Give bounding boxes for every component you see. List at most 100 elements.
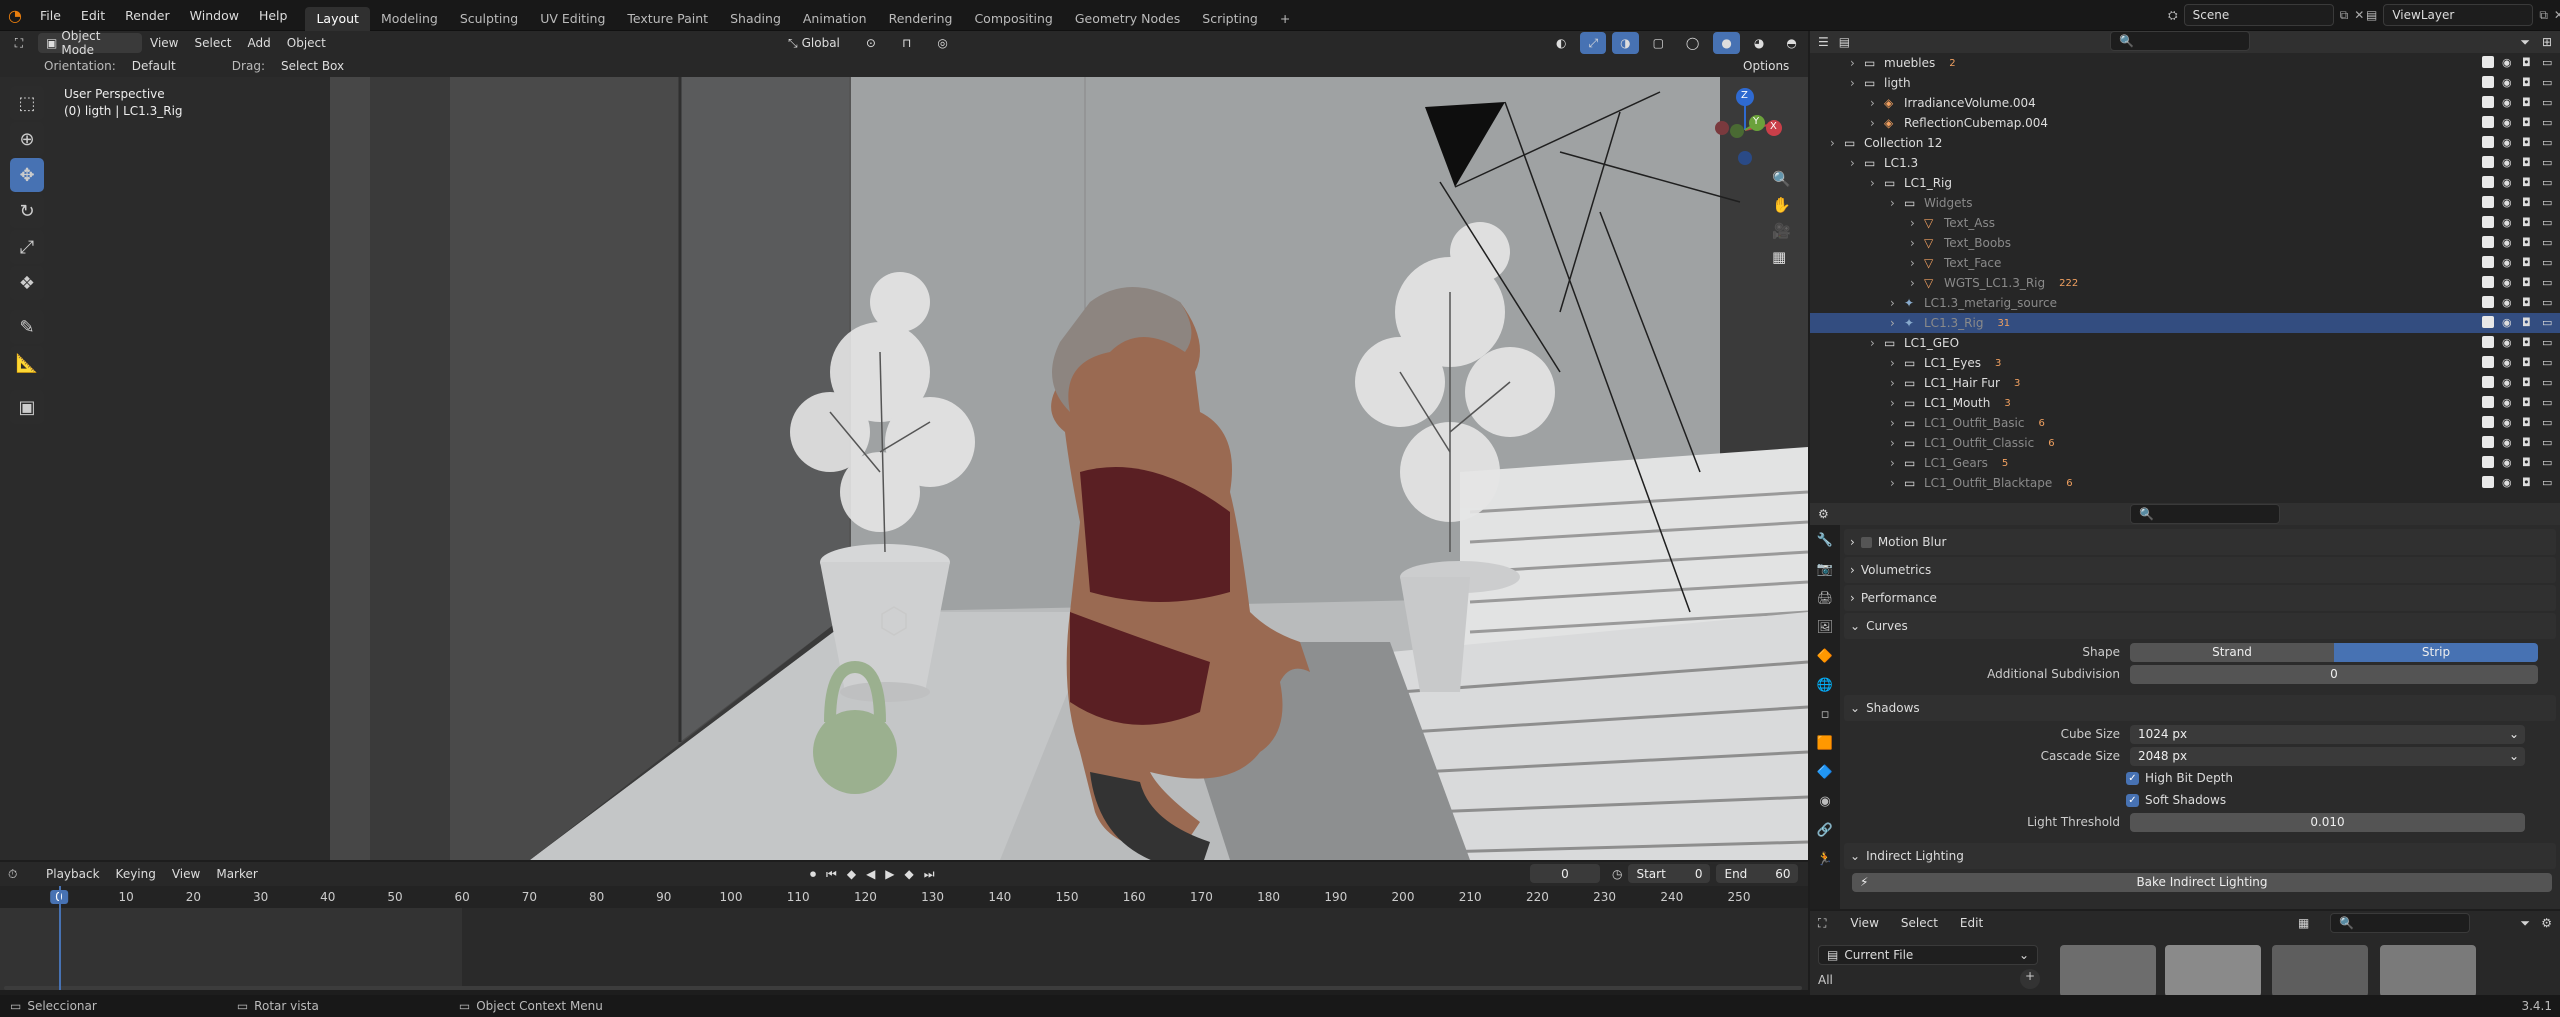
expand-chevron-icon[interactable]: › <box>1890 316 1904 330</box>
outliner-row[interactable]: › ▭ LC1_Gears 5 ◉ ◘ ▭ <box>1810 453 2560 473</box>
tab-shading[interactable]: Shading <box>719 7 792 31</box>
visibility-icon[interactable]: ◐ <box>1548 32 1574 54</box>
section-volumetrics[interactable]: › Volumetrics <box>1844 557 2556 583</box>
expand-chevron-icon[interactable]: › <box>1850 56 1864 70</box>
camera-icon[interactable]: ◘ <box>2522 96 2534 109</box>
expand-chevron-icon[interactable]: › <box>1890 376 1904 390</box>
camera-icon[interactable]: ◘ <box>2522 216 2534 229</box>
timeline-menu-view[interactable]: View <box>164 863 208 885</box>
tab-uv-editing[interactable]: UV Editing <box>529 7 616 31</box>
monitor-icon[interactable]: ▭ <box>2542 436 2554 449</box>
playhead-line[interactable] <box>59 886 61 990</box>
eye-icon[interactable]: ◉ <box>2502 416 2514 429</box>
current-frame-field[interactable]: 0 <box>1530 864 1600 883</box>
view-layer-tab-icon[interactable]: 🖼 <box>1817 620 1834 635</box>
tab-sculpting[interactable]: Sculpting <box>449 7 529 31</box>
xray-icon[interactable]: ▢ <box>1645 32 1672 54</box>
subdivision-field[interactable]: 0 <box>2130 664 2538 684</box>
section-performance[interactable]: › Performance <box>1844 585 2556 611</box>
filter-icon[interactable]: ⏷ <box>2520 916 2530 931</box>
expand-chevron-icon[interactable]: › <box>1870 336 1884 350</box>
asset-menu-edit[interactable]: Edit <box>1952 912 1991 934</box>
expand-chevron-icon[interactable]: › <box>1850 156 1864 170</box>
end-frame-field[interactable]: End 60 <box>1716 864 1799 883</box>
new-collection-icon[interactable]: ⊞ <box>2542 35 2552 49</box>
outliner-search-input[interactable]: 🔍 <box>2110 31 2250 51</box>
properties-search-input[interactable]: 🔍 <box>2130 504 2280 524</box>
orientation-dropdown[interactable]: Default <box>124 55 224 77</box>
cube-size-dropdown[interactable]: 1024 px ⌄ <box>2130 724 2525 744</box>
expand-chevron-icon[interactable]: › <box>1870 176 1884 190</box>
outliner-row[interactable]: › ◈ ReflectionCubemap.004 ◉ ◘ ▭ <box>1810 113 2560 133</box>
exclude-checkbox[interactable] <box>2482 136 2494 148</box>
outliner-row[interactable]: › ▽ Text_Boobs ◉ ◘ ▭ <box>1810 233 2560 253</box>
expand-chevron-icon[interactable]: › <box>1870 116 1884 130</box>
outliner-row[interactable]: › ▭ LC1_Mouth 3 ◉ ◘ ▭ <box>1810 393 2560 413</box>
pan-hand-icon[interactable]: ✋ <box>1772 196 1791 214</box>
eye-icon[interactable]: ◉ <box>2502 116 2514 129</box>
properties-editor-icon[interactable]: ⚙ <box>1818 507 1829 521</box>
tab-texture-paint[interactable]: Texture Paint <box>616 7 719 31</box>
monitor-icon[interactable]: ▭ <box>2542 276 2554 289</box>
filter-icon[interactable]: ⏷ <box>2520 35 2530 50</box>
expand-chevron-icon[interactable]: › <box>1890 196 1904 210</box>
eye-icon[interactable]: ◉ <box>2502 216 2514 229</box>
timeline-menu-marker[interactable]: Marker <box>208 863 265 885</box>
exclude-checkbox[interactable] <box>2482 96 2494 108</box>
viewport-menu-object[interactable]: Object <box>279 32 334 54</box>
proportional-edit-icon[interactable]: ◎ <box>929 32 955 54</box>
section-shadows[interactable]: ⌄ Shadows <box>1844 695 2556 721</box>
monitor-icon[interactable]: ▭ <box>2542 216 2554 229</box>
scene-field[interactable]: Scene <box>2183 4 2334 26</box>
shape-strip-button[interactable]: Strip <box>2334 642 2538 662</box>
expand-chevron-icon[interactable]: › <box>1890 476 1904 490</box>
asset-thumbnail[interactable] <box>2272 945 2368 997</box>
tab-rendering[interactable]: Rendering <box>878 7 964 31</box>
new-view-layer-icon[interactable]: ⧉ <box>2539 8 2548 23</box>
output-tab-icon[interactable]: 🖨 <box>1817 591 1834 606</box>
camera-icon[interactable]: ◘ <box>2522 356 2534 369</box>
monitor-icon[interactable]: ▭ <box>2542 76 2554 89</box>
3d-viewport[interactable] <box>0 52 1808 860</box>
menu-render[interactable]: Render <box>115 0 180 31</box>
outliner-row[interactable]: › ▭ LC1_Outfit_Basic 6 ◉ ◘ ▭ <box>1810 413 2560 433</box>
asset-editor-icon[interactable]: ⛶ <box>1818 916 1826 931</box>
monitor-icon[interactable]: ▭ <box>2542 396 2554 409</box>
eye-icon[interactable]: ◉ <box>2502 96 2514 109</box>
viewport-menu-view[interactable]: View <box>142 32 186 54</box>
delete-scene-icon[interactable]: ✕ <box>2354 8 2364 22</box>
monitor-icon[interactable]: ▭ <box>2542 416 2554 429</box>
mode-dropdown[interactable]: ▣ Object Mode <box>38 29 142 57</box>
eye-icon[interactable]: ◉ <box>2502 436 2514 449</box>
gizmo-toggle-icon[interactable]: ⤢ <box>1580 32 1607 54</box>
monitor-icon[interactable]: ▭ <box>2542 56 2554 69</box>
eye-icon[interactable]: ◉ <box>2502 136 2514 149</box>
drag-dropdown[interactable]: Select Box <box>273 55 352 77</box>
eye-icon[interactable]: ◉ <box>2502 196 2514 209</box>
outliner-row[interactable]: › ▭ LC1.3 ◉ ◘ ▭ <box>1810 153 2560 173</box>
exclude-checkbox[interactable] <box>2482 176 2494 188</box>
record-icon[interactable]: ⏺ <box>810 867 816 882</box>
outliner-row[interactable]: › ▭ Collection 12 ◉ ◘ ▭ <box>1810 133 2560 153</box>
navigation-gizmo[interactable]: Z Y X <box>1700 85 1790 175</box>
monitor-icon[interactable]: ▭ <box>2542 96 2554 109</box>
blender-logo-icon[interactable]: ◔ <box>0 6 30 25</box>
camera-icon[interactable]: ◘ <box>2522 116 2534 129</box>
camera-icon[interactable]: ◘ <box>2522 76 2534 89</box>
camera-icon[interactable]: ◘ <box>2522 456 2534 469</box>
eye-icon[interactable]: ◉ <box>2502 376 2514 389</box>
monitor-icon[interactable]: ▭ <box>2542 256 2554 269</box>
ortho-grid-icon[interactable]: ▦ <box>1772 248 1791 266</box>
expand-chevron-icon[interactable]: › <box>1910 256 1924 270</box>
eye-icon[interactable]: ◉ <box>2502 156 2514 169</box>
outliner-row[interactable]: › ◈ IrradianceVolume.004 ◉ ◘ ▭ <box>1810 93 2560 113</box>
jump-end-icon[interactable]: ⏭ <box>924 867 935 882</box>
outliner-row[interactable]: › ▭ LC1_Eyes 3 ◉ ◘ ▭ <box>1810 353 2560 373</box>
motion-blur-checkbox[interactable] <box>1860 536 1872 548</box>
expand-chevron-icon[interactable]: › <box>1890 436 1904 450</box>
view-layer-field[interactable]: ViewLayer <box>2383 4 2534 26</box>
snap-icon[interactable]: ⊓ <box>894 32 919 54</box>
camera-icon[interactable]: ◘ <box>2522 56 2534 69</box>
world-tab-icon[interactable]: 🌐 <box>1817 678 1833 693</box>
monitor-icon[interactable]: ▭ <box>2542 376 2554 389</box>
